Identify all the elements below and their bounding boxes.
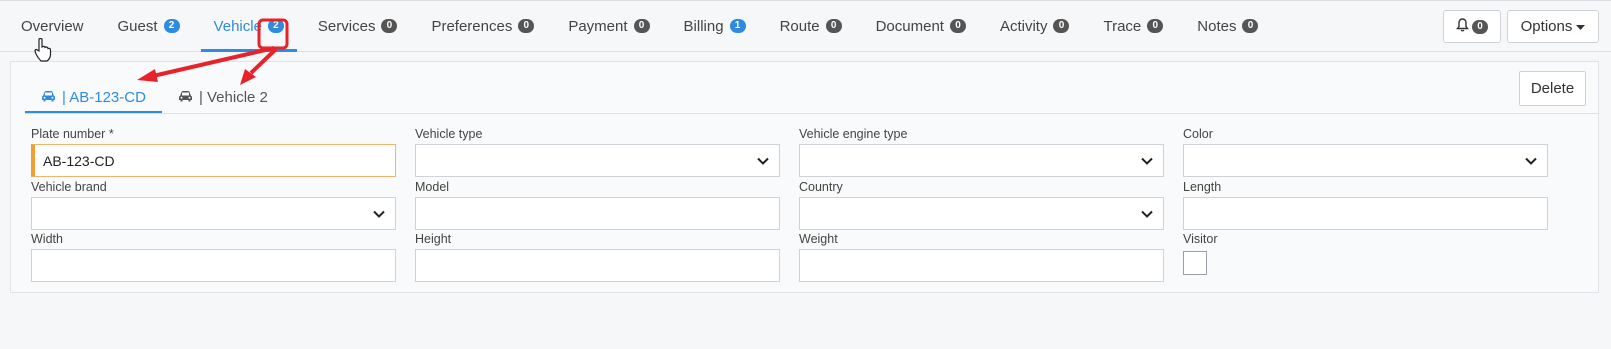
- tab-label: Trace: [1103, 17, 1142, 35]
- bell-icon: [1456, 17, 1469, 36]
- count-badge: 2: [163, 19, 180, 33]
- tab-services[interactable]: Services 0: [305, 1, 411, 51]
- width-label: Width: [31, 232, 63, 246]
- car-icon: [41, 89, 56, 106]
- country-select[interactable]: [799, 197, 1164, 230]
- height-input[interactable]: [415, 249, 780, 282]
- top-tab-bar: Overview Guest 2 Vehicle 2 Services 0 Pr…: [0, 0, 1611, 52]
- weight-input[interactable]: [799, 249, 1164, 282]
- options-dropdown-button[interactable]: Options: [1507, 10, 1599, 43]
- tab-activity[interactable]: Activity 0: [987, 1, 1083, 51]
- country-label: Country: [799, 180, 843, 194]
- vehicle-type-select[interactable]: [415, 144, 780, 177]
- tab-label: Document: [875, 17, 944, 35]
- main-tabs: Overview Guest 2 Vehicle 2 Services 0 Pr…: [8, 1, 1279, 53]
- tab-label: Preferences: [431, 17, 513, 35]
- notifications-button[interactable]: 0: [1443, 10, 1501, 43]
- plate-number-value: AB-123-CD: [43, 152, 115, 169]
- count-badge: 0: [1147, 19, 1164, 33]
- color-field-group: Color: [1183, 126, 1548, 177]
- tab-label: Payment: [568, 17, 628, 35]
- chevron-down-icon: [373, 210, 385, 218]
- chevron-down-icon: [1141, 210, 1153, 218]
- visitor-checkbox[interactable]: [1183, 251, 1207, 275]
- vehicle-brand-select[interactable]: [31, 197, 396, 230]
- tab-label: Guest: [117, 17, 158, 35]
- tab-label: Billing: [683, 17, 724, 35]
- vehicle-brand-label: Vehicle brand: [31, 180, 107, 194]
- count-badge: 2: [267, 19, 284, 33]
- vehicle-tabs: | AB-123-CD | Vehicle 2: [25, 81, 284, 114]
- chevron-down-icon: [1141, 157, 1153, 165]
- visitor-label: Visitor: [1183, 232, 1218, 246]
- delete-button[interactable]: Delete: [1519, 71, 1586, 106]
- chevron-down-icon: [1525, 157, 1537, 165]
- options-label: Options: [1520, 18, 1573, 35]
- count-badge: 0: [633, 19, 650, 33]
- height-field-group: Height: [415, 231, 780, 282]
- vehicle-tab-ab-123-cd[interactable]: | AB-123-CD: [25, 81, 162, 114]
- tab-overview[interactable]: Overview: [8, 1, 97, 51]
- tab-route[interactable]: Route 0: [767, 1, 855, 51]
- vehicle-tab-vehicle-2[interactable]: | Vehicle 2: [162, 81, 284, 113]
- tab-vehicle[interactable]: Vehicle 2: [200, 1, 298, 52]
- weight-field-group: Weight: [799, 231, 1164, 282]
- width-field-group: Width: [31, 231, 396, 282]
- tab-guest[interactable]: Guest 2: [105, 1, 193, 51]
- tab-billing[interactable]: Billing 1: [671, 1, 759, 51]
- count-badge: 0: [1242, 19, 1259, 33]
- vehicle-engine-type-field-group: Vehicle engine type: [799, 126, 1164, 177]
- count-badge: 0: [518, 19, 535, 33]
- notification-count-badge: 0: [1472, 19, 1488, 34]
- vehicle-type-label: Vehicle type: [415, 127, 483, 141]
- vehicle-brand-field-group: Vehicle brand: [31, 179, 396, 230]
- vehicle-engine-type-label: Vehicle engine type: [799, 127, 908, 141]
- car-icon: [178, 89, 193, 106]
- length-field-group: Length: [1183, 179, 1548, 230]
- width-input[interactable]: [31, 249, 396, 282]
- height-label: Height: [415, 232, 452, 246]
- model-label: Model: [415, 180, 450, 194]
- vehicle-panel: | AB-123-CD | Vehicle 2 Delete Plate num…: [10, 61, 1599, 293]
- tab-label: Overview: [21, 17, 84, 35]
- length-label: Length: [1183, 180, 1222, 194]
- visitor-field-group: Visitor: [1183, 231, 1548, 275]
- divider: [25, 113, 1598, 114]
- tab-payment[interactable]: Payment 0: [555, 1, 662, 51]
- tab-notes[interactable]: Notes 0: [1184, 1, 1271, 51]
- tab-trace[interactable]: Trace 0: [1090, 1, 1176, 51]
- tab-label: Activity: [999, 17, 1048, 35]
- plate-number-input[interactable]: AB-123-CD: [31, 144, 396, 177]
- tab-label: Notes: [1197, 17, 1237, 35]
- tab-label: Vehicle: [213, 17, 262, 35]
- tab-document[interactable]: Document 0: [863, 1, 979, 51]
- vehicle-engine-type-select[interactable]: [799, 144, 1164, 177]
- hand-cursor-icon: [34, 38, 52, 62]
- count-badge: 0: [825, 19, 842, 33]
- color-select[interactable]: [1183, 144, 1548, 177]
- count-badge: 0: [949, 19, 966, 33]
- vehicle-type-field-group: Vehicle type: [415, 126, 780, 177]
- model-input[interactable]: [415, 197, 780, 230]
- plate-number-label: Plate number *: [31, 127, 114, 141]
- plate-number-field-group: Plate number * AB-123-CD: [31, 126, 396, 177]
- color-label: Color: [1183, 127, 1213, 141]
- chevron-down-icon: [757, 157, 769, 165]
- tab-preferences[interactable]: Preferences 0: [418, 1, 547, 51]
- count-badge: 0: [1053, 19, 1070, 33]
- count-badge: 0: [381, 19, 398, 33]
- tab-label: Route: [779, 17, 820, 35]
- model-field-group: Model: [415, 179, 780, 230]
- country-field-group: Country: [799, 179, 1164, 230]
- tab-label: Services: [317, 17, 376, 35]
- count-badge: 1: [729, 19, 746, 33]
- header-controls: 0 Options: [1443, 10, 1599, 43]
- vehicle-tab-label: | AB-123-CD: [62, 88, 146, 106]
- vehicle-tab-label: | Vehicle 2: [198, 88, 268, 106]
- length-input[interactable]: [1183, 197, 1548, 230]
- weight-label: Weight: [799, 232, 838, 246]
- caret-down-icon: [1576, 18, 1586, 35]
